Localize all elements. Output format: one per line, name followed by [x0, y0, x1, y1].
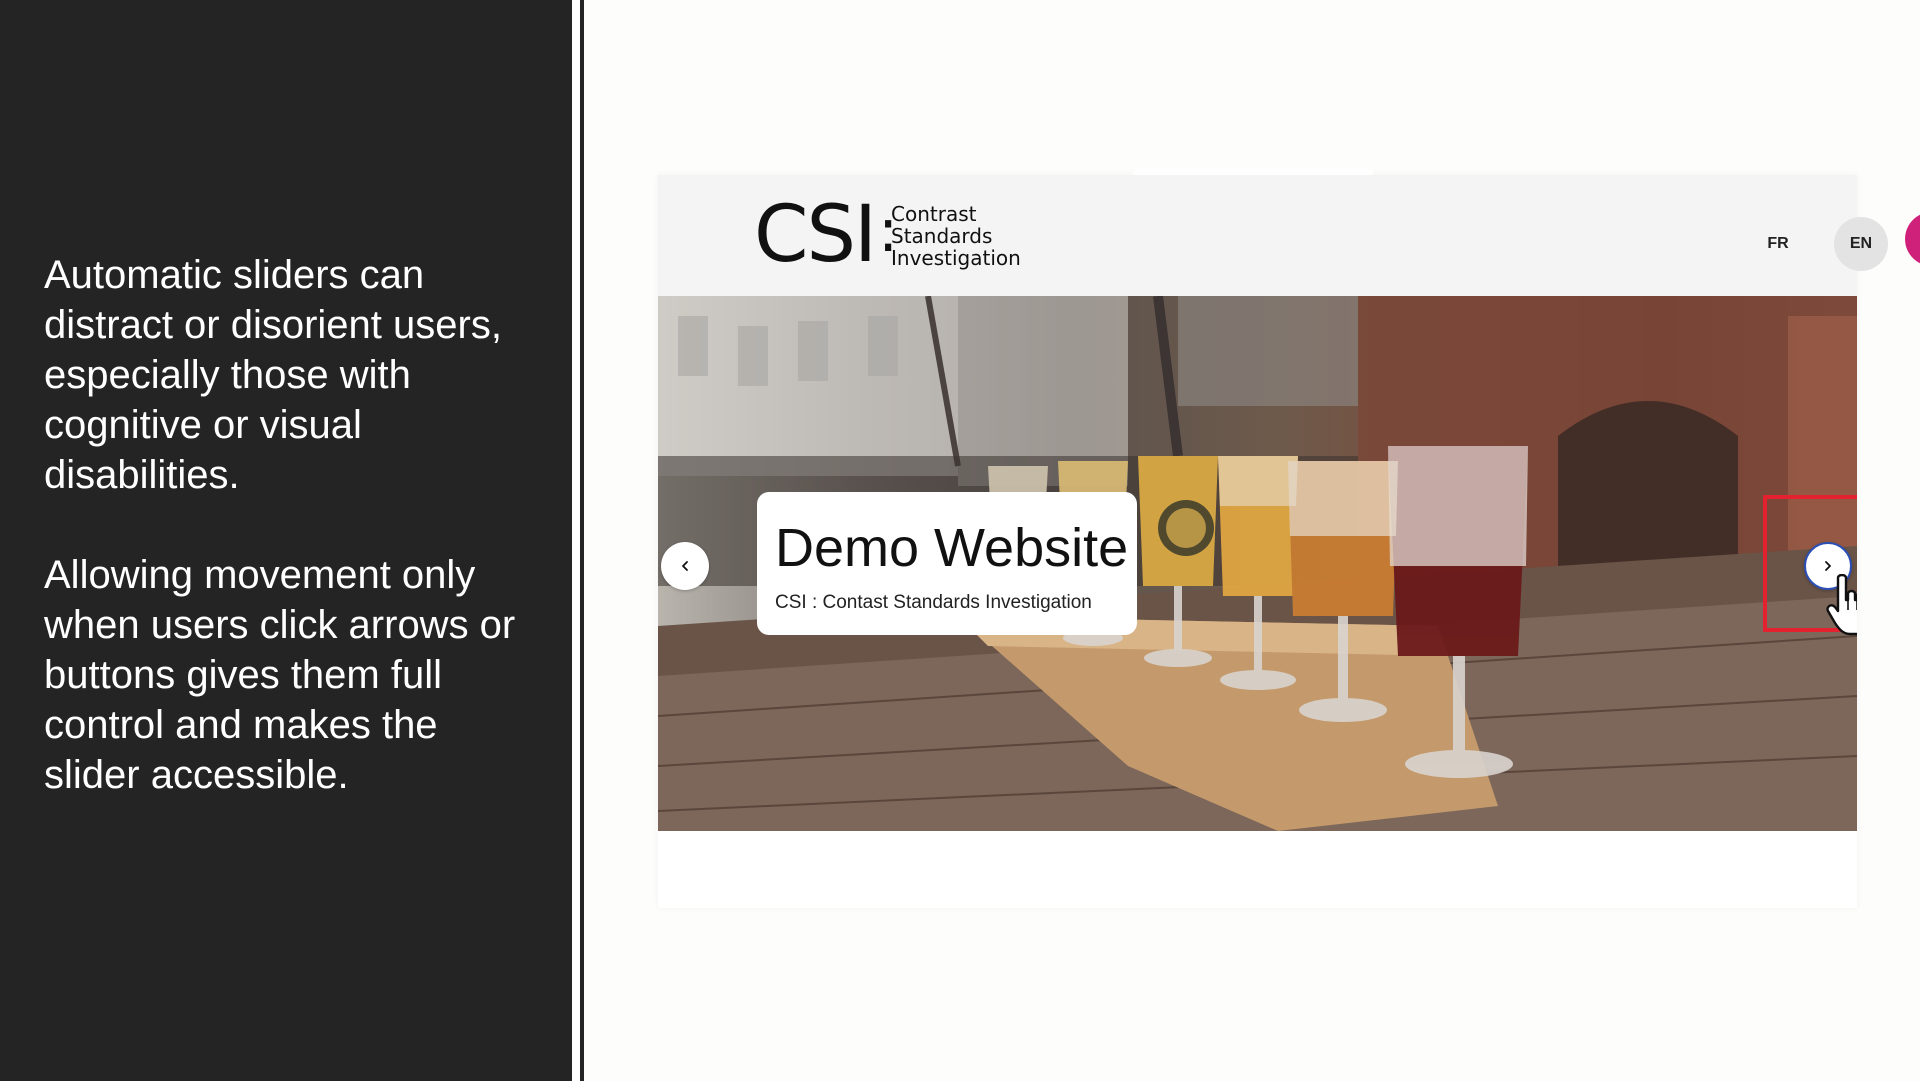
search-button[interactable]: [1905, 212, 1920, 266]
logo-word-contrast: Contrast: [891, 202, 977, 226]
explanation-paragraph-1: Automatic sliders can distract or disori…: [44, 253, 502, 497]
explanation-text: Automatic sliders can distract or disori…: [44, 250, 544, 850]
explanation-panel: Automatic sliders can distract or disori…: [0, 0, 572, 1081]
chevron-right-icon: [1825, 561, 1831, 571]
panel-divider-edge: [580, 0, 584, 1081]
chevron-left-icon: [682, 561, 688, 571]
language-fr-button[interactable]: FR: [1751, 217, 1805, 271]
logo-word-investigation: Investigation: [891, 246, 1021, 270]
language-en-button[interactable]: EN: [1834, 217, 1888, 271]
slide-caption: Demo Website CSI : Contast Standards Inv…: [757, 492, 1137, 635]
logo-wordmark: Contrast Standards Investigation: [891, 203, 1091, 269]
panel-divider: [572, 0, 580, 1081]
demo-website-frame: CSI : Contrast Standards Investigation F…: [658, 169, 1920, 908]
slide-title: Demo Website: [775, 518, 1129, 578]
hand-pointer-icon: [1826, 574, 1857, 636]
slide-subtitle: CSI : Contast Standards Investigation: [775, 592, 1092, 613]
slider-prev-button[interactable]: [661, 542, 709, 590]
explanation-paragraph-2: Allowing movement only when users click …: [44, 553, 516, 797]
logo-word-standards: Standards: [891, 224, 993, 248]
site-header: CSI : Contrast Standards Investigation F…: [658, 175, 1920, 296]
logo-mark: CSI: [754, 190, 877, 280]
image-slider: Demo Website CSI : Contast Standards Inv…: [658, 296, 1857, 831]
